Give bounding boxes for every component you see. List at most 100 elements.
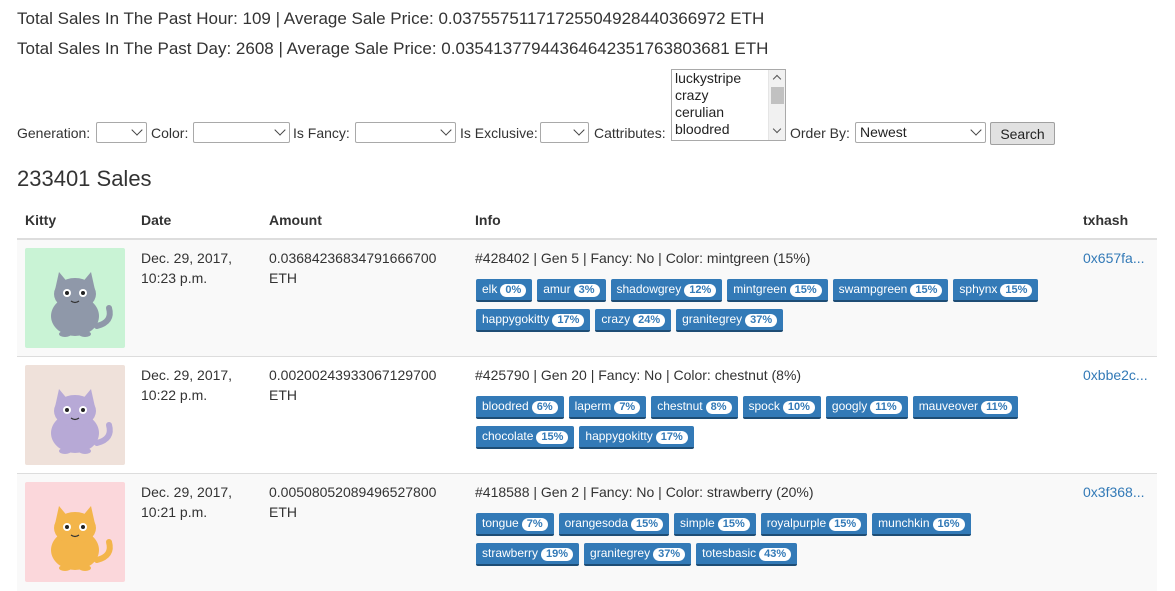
cattribute-tag-name: orangesoda — [564, 515, 628, 530]
generation-label: Generation: — [17, 125, 91, 141]
cattribute-tag[interactable]: mintgreen 15% — [727, 278, 828, 302]
cattribute-tag[interactable]: chocolate 15% — [476, 425, 575, 449]
cattribute-rarity-badge: 37% — [653, 547, 686, 561]
cattribute-tag-name: happygokitty — [585, 428, 653, 443]
cattribute-tag[interactable]: orangesoda 15% — [558, 512, 670, 536]
cattribute-tag[interactable]: happygokitty 17% — [579, 425, 694, 449]
sale-amount: 0.00508052089496527800 — [269, 484, 437, 500]
exclusive-select[interactable] — [540, 122, 589, 143]
cattribute-tag[interactable]: bloodred 6% — [476, 395, 564, 419]
generation-select[interactable] — [96, 122, 147, 143]
cattribute-tag-name: spock — [748, 398, 780, 413]
cattribute-rarity-badge: 15% — [717, 517, 750, 531]
cattribute-tag[interactable]: mauveover 11% — [912, 395, 1019, 419]
sale-time: 10:23 p.m. — [141, 270, 208, 286]
cattribute-tag-name: chestnut — [657, 398, 703, 413]
cattribute-rarity-badge: 17% — [655, 430, 688, 444]
kitty-info: #418588 | Gen 2 | Fancy: No | Color: str… — [475, 484, 814, 500]
cattribute-rarity-badge: 15% — [910, 283, 943, 297]
sale-date: Dec. 29, 2017, — [141, 367, 233, 383]
cattribute-tag[interactable]: spock 10% — [742, 395, 821, 419]
scroll-up-icon[interactable] — [772, 74, 782, 84]
listbox-scrollbar[interactable] — [768, 70, 785, 140]
sales-count: 233401 Sales — [17, 166, 152, 191]
info-cell: #428402 | Gen 5 | Fancy: No | Color: min… — [467, 238, 1075, 357]
cattribute-tag[interactable]: strawberry 19% — [476, 542, 580, 566]
cattribute-rarity-badge: 19% — [541, 547, 574, 561]
date-cell: Dec. 29, 2017, 10:22 p.m. — [133, 356, 261, 474]
header-date: Date — [133, 202, 261, 240]
cattribute-tag[interactable]: amur 3% — [537, 278, 606, 302]
fancy-select[interactable] — [355, 122, 456, 143]
kitty-image[interactable] — [25, 365, 125, 465]
cattribute-tag-name: googly — [831, 398, 868, 413]
cattribute-rarity-badge: 10% — [782, 400, 815, 414]
cattribute-rarity-badge: 11% — [870, 400, 902, 414]
cattribute-tag[interactable]: munchkin 16% — [872, 512, 971, 536]
chevron-down-icon — [573, 124, 585, 136]
cattribute-tag[interactable]: shadowgrey 12% — [610, 278, 723, 302]
header-kitty: Kitty — [17, 202, 133, 240]
date-cell: Dec. 29, 2017, 10:21 p.m. — [133, 473, 261, 591]
cattribute-tag-name: bloodred — [482, 398, 529, 413]
cattribute-rarity-badge: 17% — [552, 313, 585, 327]
cattribute-rarity-badge: 15% — [789, 283, 822, 297]
header-txhash: txhash — [1075, 202, 1157, 240]
cattribute-tag[interactable]: sphynx 15% — [953, 278, 1039, 302]
cattribute-tag[interactable]: simple 15% — [674, 512, 756, 536]
cattribute-rarity-badge: 3% — [573, 283, 600, 297]
cattribute-rarity-badge: 6% — [531, 400, 558, 414]
sale-currency: ETH — [269, 270, 297, 286]
chevron-down-icon — [970, 124, 982, 136]
color-select[interactable] — [193, 122, 290, 143]
scroll-down-icon[interactable] — [772, 124, 782, 134]
cattributes-listbox[interactable]: luckystripe crazy cerulian bloodred — [671, 69, 786, 141]
kitty-cell — [17, 356, 133, 474]
cattribute-tag[interactable]: chestnut 8% — [651, 395, 738, 419]
cattribute-tag-name: granitegrey — [682, 311, 743, 326]
kitty-cell — [17, 473, 133, 591]
cattribute-tag-name: mauveover — [918, 398, 979, 413]
info-cell: #418588 | Gen 2 | Fancy: No | Color: str… — [467, 473, 1075, 591]
sale-date: Dec. 29, 2017, — [141, 484, 233, 500]
cattribute-tag-name: tongue — [482, 515, 519, 530]
date-cell: Dec. 29, 2017, 10:23 p.m. — [133, 238, 261, 357]
chevron-down-icon — [440, 124, 452, 136]
cattribute-rarity-badge: 7% — [614, 400, 641, 414]
kitty-image[interactable] — [25, 482, 125, 582]
cattribute-tag[interactable]: royalpurple 15% — [760, 512, 868, 536]
cattribute-tag[interactable]: swampgreen 15% — [832, 278, 949, 302]
amount-cell: 0.03684236834791666700 ETH — [261, 238, 467, 357]
cattribute-tag[interactable]: totesbasic 43% — [696, 542, 798, 566]
scroll-thumb[interactable] — [771, 87, 784, 104]
cattribute-rarity-badge: 16% — [932, 517, 965, 531]
cattribute-tag[interactable]: happygokitty 17% — [476, 308, 591, 332]
cattribute-tag[interactable]: granitegrey 37% — [676, 308, 784, 332]
sales-table: Kitty Date Amount Info txhash Dec. 29, 2… — [17, 202, 1157, 591]
kitty-info: #425790 | Gen 20 | Fancy: No | Color: ch… — [475, 367, 802, 383]
cattribute-tag[interactable]: googly 11% — [825, 395, 908, 419]
search-button[interactable]: Search — [990, 122, 1055, 145]
kitty-image[interactable] — [25, 248, 125, 348]
txhash-link[interactable]: 0xbbe2c... — [1083, 367, 1148, 383]
cattribute-tag[interactable]: granitegrey 37% — [584, 542, 692, 566]
cattribute-tag[interactable]: tongue 7% — [476, 512, 554, 536]
kitty-cell — [17, 238, 133, 357]
cattribute-rarity-badge: 15% — [1000, 283, 1033, 297]
cattribute-tag[interactable]: crazy 24% — [595, 308, 672, 332]
amount-cell: 0.00200243933067129700 ETH — [261, 356, 467, 474]
chevron-down-icon — [274, 124, 286, 136]
cattribute-tag-name: royalpurple — [766, 515, 827, 530]
order-select[interactable]: Newest — [855, 122, 986, 143]
cattribute-rarity-badge: 15% — [536, 430, 569, 444]
cattribute-tag-name: elk — [482, 281, 498, 296]
cattribute-tags: elk 0% amur 3% shadowgrey 12% mintgreen 15% swam… — [475, 274, 1067, 334]
txhash-link[interactable]: 0x3f368... — [1083, 484, 1145, 500]
cattribute-tag[interactable]: elk 0% — [476, 278, 533, 302]
txhash-link[interactable]: 0x657fa... — [1083, 250, 1145, 266]
cattribute-tag[interactable]: laperm 7% — [568, 395, 647, 419]
fancy-label: Is Fancy: — [293, 125, 350, 141]
table-row: Dec. 29, 2017, 10:21 p.m. 0.00508052089496… — [17, 473, 1157, 591]
cattribute-tags: bloodred 6% laperm 7% chestnut 8% spock 10% goog… — [475, 391, 1067, 451]
sale-currency: ETH — [269, 504, 297, 520]
